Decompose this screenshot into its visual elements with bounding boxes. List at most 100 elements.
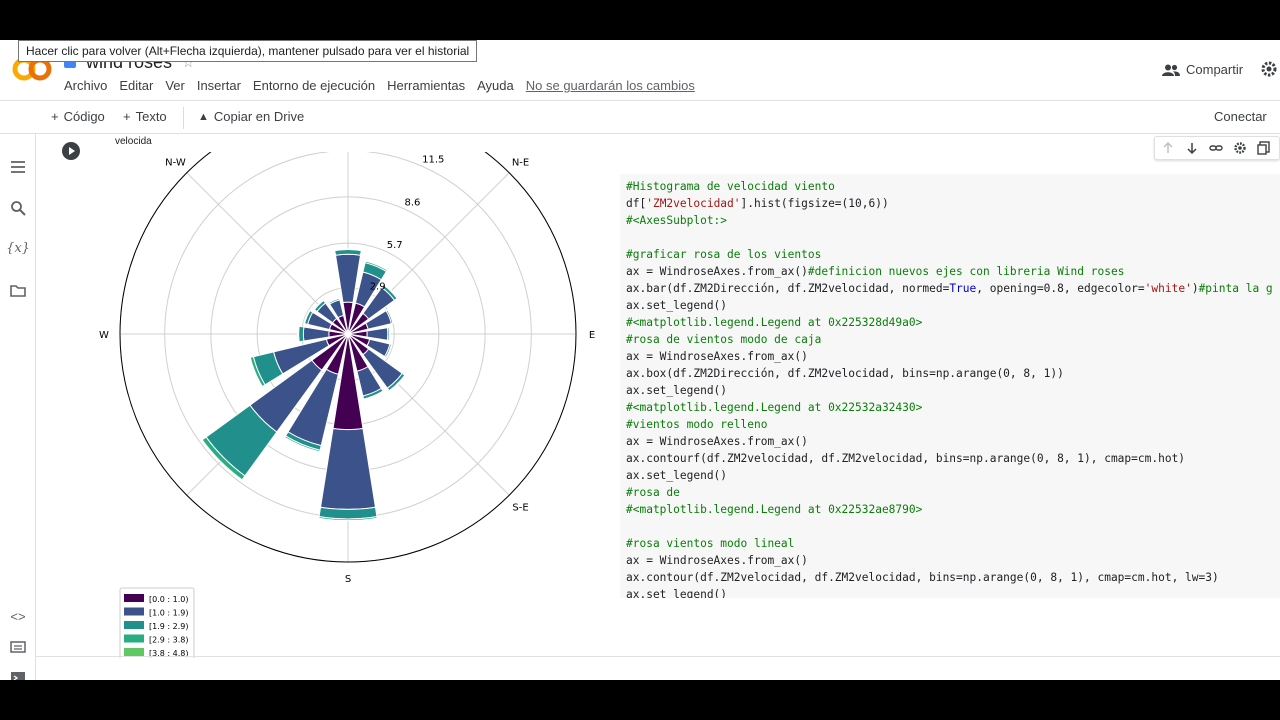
share-label: Compartir [1186, 62, 1244, 77]
direction-label: N-E [512, 157, 529, 168]
legend-swatch [124, 607, 144, 616]
windrose-bar [297, 325, 300, 343]
connect-button[interactable]: Conectar [1214, 109, 1267, 124]
menu-editar[interactable]: Editar [119, 78, 153, 93]
copy-to-drive-button[interactable]: ▲ Copiar en Drive [198, 109, 304, 124]
code-token: 'ZM2velocidad' [646, 197, 741, 210]
share-button[interactable]: Compartir [1162, 62, 1243, 77]
code-line: #rosa de [626, 484, 1274, 501]
menu-herramientas[interactable]: Herramientas [387, 78, 465, 93]
code-line: #<matplotlib.legend.Legend at 0x22532a32… [626, 399, 1274, 416]
code-token: ax.set_legend() [626, 469, 728, 482]
code-token: ax = WindroseAxes.from_ax() [626, 435, 808, 448]
windrose-bar [334, 253, 362, 304]
output-truncated-label: velocida [115, 136, 152, 147]
code-line: #<matplotlib.legend.Legend at 0x225328d4… [626, 314, 1274, 331]
settings-icon[interactable] [1233, 141, 1247, 155]
code-token: ax.set_legend() [626, 588, 728, 598]
code-token: , opening=0.8, edgecolor= [976, 282, 1145, 295]
code-token: ax.bar(df.ZM2Dirección, df.ZM2velocidad,… [626, 282, 950, 295]
code-token: #definicion nuevos ejes con libreria Win… [807, 265, 1125, 278]
direction-label: E [589, 330, 595, 341]
code-token: #Histograma de velocidad viento [626, 180, 835, 193]
windrose-bar [366, 327, 389, 341]
code-line: #rosa de vientos modo de caja [626, 331, 1274, 348]
windrose-chart: NN-EES-ESWN-W2.95.78.611.514.3 [0.0 : 1.… [99, 152, 595, 658]
menu-insertar[interactable]: Insertar [197, 78, 241, 93]
direction-label: W [99, 330, 109, 341]
code-token: #pinta la g [1198, 282, 1273, 295]
code-token: ) [1191, 282, 1199, 295]
code-token: #<matplotlib.legend.Legend at 0x22532a32… [626, 401, 923, 414]
code-line: ax = WindroseAxes.from_ax() [626, 552, 1274, 569]
add-code-button[interactable]: + Código [51, 109, 105, 124]
folder-icon[interactable] [9, 281, 27, 299]
unsaved-changes-link[interactable]: No se guardarán los cambios [526, 78, 695, 93]
code-line: ax.contourf(df.ZM2velocidad, df.ZM2veloc… [626, 450, 1274, 467]
code-token: ax.contour(df.ZM2velocidad, df.ZM2veloci… [626, 571, 1219, 584]
variables-icon[interactable]: {x} [6, 239, 30, 257]
windrose-bar [388, 326, 391, 342]
menu-icon[interactable] [9, 158, 27, 176]
code-line: ax.contour(df.ZM2velocidad, df.ZM2veloci… [626, 569, 1274, 586]
code-token: ax = WindroseAxes.from_ax() [626, 265, 808, 278]
menu-archivo[interactable]: Archivo [64, 78, 107, 93]
menu-bar: Archivo Editar Ver Insertar Entorno de e… [64, 78, 695, 93]
code-line: ax.set_legend() [626, 382, 1274, 399]
code-line: #rosa vientos modo lineal [626, 535, 1274, 552]
code-token: ax = WindroseAxes.from_ax() [626, 554, 808, 567]
drive-icon: ▲ [198, 110, 209, 123]
radial-tick-label: 11.5 [422, 155, 444, 166]
legend-swatch [124, 648, 144, 656]
toolbar-divider [183, 107, 184, 129]
code-token: #graficar rosa de los vientos [626, 248, 822, 261]
direction-label: S [345, 574, 351, 585]
code-line: ax.bar(df.ZM2Dirección, df.ZM2velocidad,… [626, 280, 1274, 297]
code-snippets-icon[interactable]: <> [9, 607, 27, 625]
settings-gear-icon[interactable] [1260, 60, 1278, 78]
code-line: #vientos modo relleno [626, 416, 1274, 433]
code-line: #<AxesSubplot:> [626, 212, 1274, 229]
bottom-divider [36, 656, 1280, 657]
run-cell-button[interactable] [62, 142, 80, 160]
legend-label: [1.9 : 2.9) [149, 622, 188, 631]
code-token: #rosa de [626, 486, 680, 499]
code-line: ax = WindroseAxes.from_ax() [626, 348, 1274, 365]
code-token: ax.contourf(df.ZM2velocidad, df.ZM2veloc… [626, 452, 1186, 465]
windrose-bar [302, 326, 330, 342]
notebook-toolbar: + Código + Texto ▲ Copiar en Drive Conec… [0, 100, 1280, 134]
code-token: ].hist(figsize=(10,6)) [740, 197, 889, 210]
mirror-cell-icon[interactable] [1257, 141, 1271, 155]
code-line: ax = WindroseAxes.from_ax() [626, 433, 1274, 450]
windrose-legend: [0.0 : 1.0) [1.0 : 1.9) [1.9 : 2.9) [2.9 : … [119, 587, 195, 658]
command-palette-icon[interactable] [9, 638, 27, 656]
arrow-down-icon[interactable] [1185, 141, 1199, 155]
code-editor[interactable]: #Histograma de velocidad viento df['ZM2ve… [620, 174, 1280, 598]
code-token: #rosa vientos modo lineal [626, 537, 795, 550]
code-token: #rosa de vientos modo de caja [626, 333, 822, 346]
code-token: #<matplotlib.legend.Legend at 0x22532ae8… [626, 503, 923, 516]
menu-entorno[interactable]: Entorno de ejecución [253, 78, 375, 93]
code-line: #Histograma de velocidad viento [626, 178, 1274, 195]
code-token: #<matplotlib.legend.Legend at 0x225328d4… [626, 316, 923, 329]
terminal-icon[interactable] [9, 669, 27, 680]
radial-tick-label: 2.9 [370, 281, 386, 292]
add-text-button[interactable]: + Texto [123, 109, 167, 124]
people-icon [1162, 64, 1180, 76]
windrose-bar [319, 427, 377, 510]
legend-label: [1.0 : 1.9) [149, 609, 188, 618]
code-line: #<matplotlib.legend.Legend at 0x22532ae8… [626, 501, 1274, 518]
code-line: ax.set_legend() [626, 586, 1274, 598]
code-token: ax.set_legend() [626, 299, 728, 312]
menu-ver[interactable]: Ver [165, 78, 185, 93]
search-icon[interactable] [9, 199, 27, 217]
code-token: ax = WindroseAxes.from_ax() [626, 350, 808, 363]
code-token: ax.set_legend() [626, 384, 728, 397]
arrow-up-icon[interactable] [1161, 141, 1175, 155]
plus-icon: + [123, 109, 131, 124]
code-line: ax.set_legend() [626, 467, 1274, 484]
menu-ayuda[interactable]: Ayuda [477, 78, 514, 93]
link-icon[interactable] [1209, 141, 1223, 155]
add-text-label: Texto [135, 109, 167, 124]
